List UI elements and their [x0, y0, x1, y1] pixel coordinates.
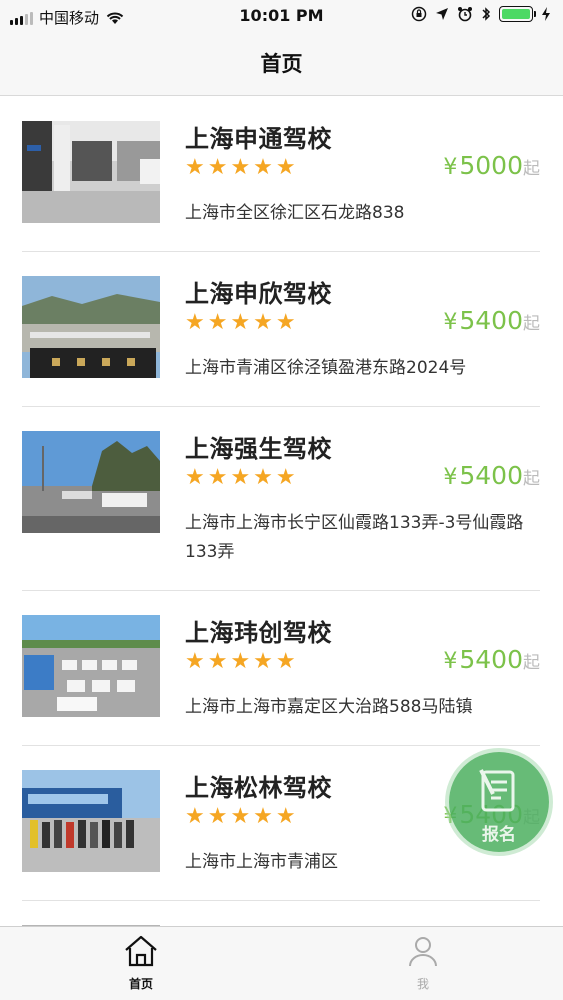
tab-home-label: 首页 [128, 977, 153, 991]
school-address: 上海市上海市嘉定区大治路588马陆镇 [185, 697, 473, 717]
user-icon [409, 937, 437, 967]
tab-home[interactable]: 首页 [81, 933, 201, 992]
school-list-item[interactable] [22, 901, 540, 926]
location-icon [436, 8, 448, 20]
school-name: 上海玮创驾校 [185, 619, 332, 647]
school-name: 上海松林驾校 [185, 774, 332, 802]
bluetooth-icon [482, 7, 491, 21]
alarm-icon [458, 7, 472, 22]
charging-icon [542, 7, 550, 21]
school-price: ¥5400起 [443, 306, 540, 335]
school-list-item[interactable]: 上海申通驾校 ★★★★★ ¥5000起 上海市全区徐汇区石龙路838 [22, 97, 540, 252]
orientation-lock-icon [411, 6, 427, 22]
school-photo [22, 276, 160, 378]
page-title: 首页 [260, 52, 303, 76]
school-name: 上海申通驾校 [185, 125, 332, 153]
school-photo [22, 770, 160, 872]
rating-stars: ★★★★★ [185, 804, 299, 829]
tab-me-label: 我 [416, 977, 429, 991]
school-name: 上海申欣驾校 [185, 280, 332, 308]
rating-stars: ★★★★★ [185, 465, 299, 490]
school-photo [22, 615, 160, 717]
navigation-bar: 首页 [0, 32, 563, 96]
school-address: 上海市上海市青浦区 [185, 852, 338, 872]
school-list-item[interactable]: 上海申欣驾校 ★★★★★ ¥5400起 上海市青浦区徐泾镇盈港东路2024号 [22, 252, 540, 407]
battery-icon [499, 6, 536, 22]
school-list-item[interactable]: 上海玮创驾校 ★★★★★ ¥5400起 上海市上海市嘉定区大治路588马陆镇 [22, 591, 540, 746]
tab-bar: 首页 我 [0, 926, 563, 1000]
school-address: 上海市全区徐汇区石龙路838 [185, 203, 405, 223]
school-photo [22, 431, 160, 533]
school-price: ¥5400起 [443, 461, 540, 490]
tab-me[interactable]: 我 [363, 933, 483, 992]
signup-button-label: 报名 [482, 825, 516, 845]
school-price: ¥5400起 [443, 645, 540, 674]
rating-stars: ★★★★★ [185, 649, 299, 674]
status-bar: 中国移动 10:01 PM [0, 0, 563, 32]
rating-stars: ★★★★★ [185, 155, 299, 180]
signup-button[interactable]: 报名 [449, 752, 549, 852]
rating-stars: ★★★★★ [185, 310, 299, 335]
school-photo [22, 121, 160, 223]
school-address: 上海市上海市长宁区仙霞路133弄-3号仙霞路133弄 [185, 513, 524, 562]
school-name: 上海强生驾校 [185, 435, 332, 463]
signup-form-icon [479, 769, 515, 812]
school-address: 上海市青浦区徐泾镇盈港东路2024号 [185, 358, 467, 378]
school-price: ¥5000起 [443, 151, 540, 180]
school-list-item[interactable]: 上海强生驾校 ★★★★★ ¥5400起 上海市上海市长宁区仙霞路133弄-3号仙… [22, 407, 540, 591]
home-icon [125, 935, 157, 967]
